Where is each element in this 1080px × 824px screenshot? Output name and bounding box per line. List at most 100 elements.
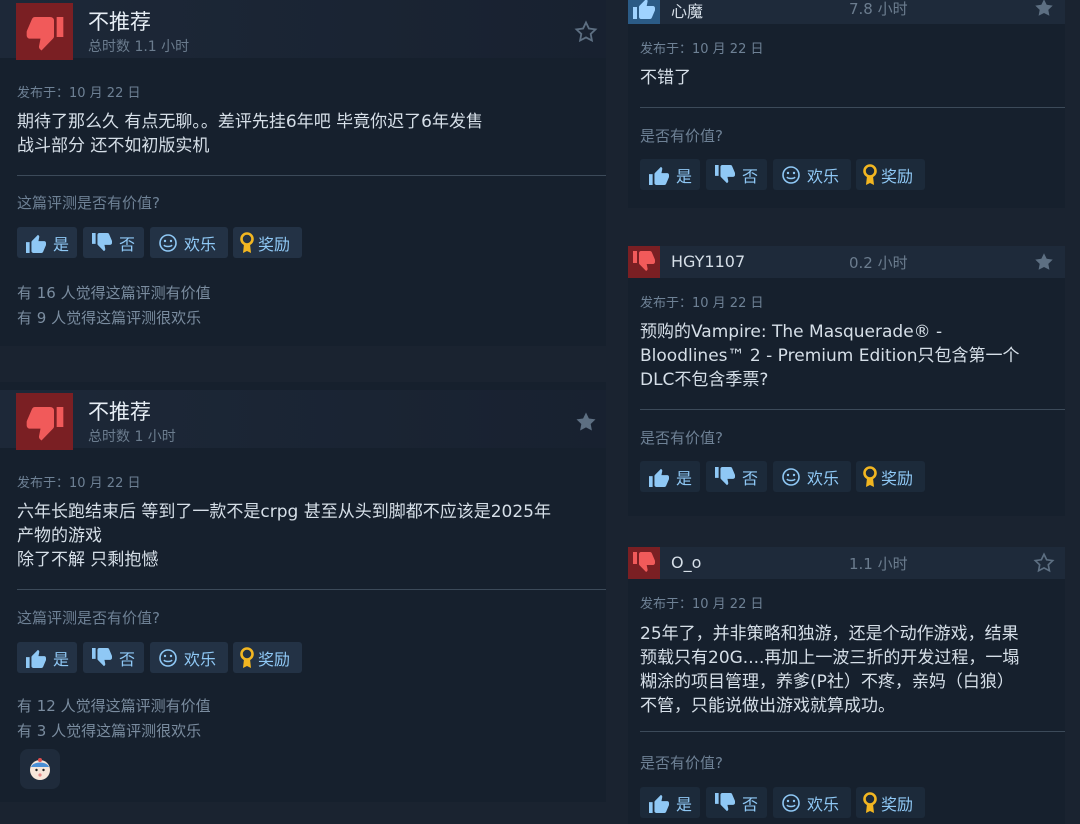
helpful-prompt: 这篇评测是否有价值? xyxy=(17,609,160,627)
thumbs-down-icon xyxy=(628,547,660,579)
review-line: 不错了 xyxy=(640,68,691,88)
vote-yes-button[interactable]: 是 xyxy=(17,642,77,673)
vote-yes-label: 是 xyxy=(676,166,693,186)
thumbs-down-icon xyxy=(16,393,73,450)
vote-no-label: 否 xyxy=(742,468,759,488)
review-card: 不推荐 总时数 1.1 小时 发布于：10 月 22 日 期待了那么久 有点无聊… xyxy=(0,0,606,346)
vote-funny-label: 欢乐 xyxy=(807,166,840,186)
thumbs-down-icon xyxy=(714,466,736,487)
vote-funny-label: 欢乐 xyxy=(807,468,840,488)
vote-no-label: 否 xyxy=(742,166,759,186)
review-header: O_o 1.1 小时 xyxy=(628,547,1065,579)
playtime: 7.8 小时 xyxy=(849,0,908,18)
reviewer-name[interactable]: HGY1107 xyxy=(671,252,745,271)
smiley-icon xyxy=(158,648,178,668)
vote-no-button[interactable]: 否 xyxy=(706,461,767,492)
vote-funny-button[interactable]: 欢乐 xyxy=(150,642,228,673)
vote-funny-button[interactable]: 欢乐 xyxy=(773,787,851,818)
vote-yes-label: 是 xyxy=(53,234,70,254)
award-button[interactable]: 奖励 xyxy=(233,642,302,673)
smiley-icon xyxy=(158,233,178,253)
thumbs-up-icon xyxy=(628,0,660,24)
thumbs-up-icon xyxy=(648,793,670,813)
review-header: 心魔 7.8 小时 xyxy=(628,0,1065,24)
award-medal-icon xyxy=(862,465,878,488)
award-button[interactable]: 奖励 xyxy=(233,227,302,258)
vote-no-label: 否 xyxy=(742,794,759,814)
vote-funny-button[interactable]: 欢乐 xyxy=(150,227,228,258)
thumbs-up-icon xyxy=(25,233,47,253)
smiley-icon xyxy=(781,467,801,487)
review-line: 战斗部分 还不如初版实机 xyxy=(17,136,210,156)
post-date: 发布于：10 月 22 日 xyxy=(640,296,764,311)
thumbs-down-icon xyxy=(628,246,660,278)
review-line: 不管，只能说做出游戏就算成功。 xyxy=(640,696,895,716)
award-medal-icon xyxy=(239,646,255,669)
award-button[interactable]: 奖励 xyxy=(856,787,925,818)
review-line: 除了不解 只剩抱憾 xyxy=(17,550,159,570)
playtime: 总时数 1.1 小时 xyxy=(88,39,190,55)
helpful-prompt: 是否有价值? xyxy=(640,754,723,772)
review-card: 不推荐 总时数 1 小时 发布于：10 月 22 日 六年长跑结束后 等到了一款… xyxy=(0,382,606,802)
vote-no-label: 否 xyxy=(119,649,136,669)
post-date: 发布于：10 月 22 日 xyxy=(17,476,141,491)
vote-yes-button[interactable]: 是 xyxy=(640,787,700,818)
divider xyxy=(640,731,1065,732)
award-label: 奖励 xyxy=(881,468,914,488)
vote-yes-button[interactable]: 是 xyxy=(640,159,700,190)
vote-no-button[interactable]: 否 xyxy=(83,227,144,258)
vote-yes-button[interactable]: 是 xyxy=(17,227,77,258)
award-button[interactable]: 奖励 xyxy=(856,159,925,190)
thumbs-up-icon xyxy=(648,165,670,185)
award-label: 奖励 xyxy=(258,649,291,669)
star-outline-icon[interactable] xyxy=(574,20,598,44)
vote-funny-button[interactable]: 欢乐 xyxy=(773,461,851,492)
award-medal-icon xyxy=(862,791,878,814)
review-header: HGY1107 0.2 小时 xyxy=(628,246,1065,278)
reviewer-name[interactable]: O_o xyxy=(671,553,701,572)
star-filled-icon[interactable] xyxy=(574,410,598,434)
divider xyxy=(640,107,1065,108)
thumbs-down-icon xyxy=(16,3,73,60)
vote-no-button[interactable]: 否 xyxy=(83,642,144,673)
review-body: 期待了那么久 有点无聊。。差评先挂6年吧 毕竟你迟了6年发售 战斗部分 还不如初… xyxy=(17,110,483,158)
baby-face-emoji-icon[interactable] xyxy=(20,749,60,789)
helpful-count: 有 16 人觉得这篇评测有价值 xyxy=(17,284,211,302)
award-label: 奖励 xyxy=(881,794,914,814)
vote-no-button[interactable]: 否 xyxy=(706,787,767,818)
review-card: O_o 1.1 小时 发布于：10 月 22 日 25年了，并非策略和独游，还是… xyxy=(628,547,1065,824)
review-line: 期待了那么久 有点无聊。。差评先挂6年吧 毕竟你迟了6年发售 xyxy=(17,112,483,132)
reviewer-name[interactable]: 心魔 xyxy=(671,0,703,22)
divider xyxy=(17,589,606,590)
thumbs-down-icon xyxy=(91,647,113,668)
review-line: Bloodlines™ 2 - Premium Edition只包含第一个 xyxy=(640,346,1020,366)
helpful-prompt: 是否有价值? xyxy=(640,429,723,447)
divider xyxy=(17,175,606,176)
review-card: 心魔 7.8 小时 发布于：10 月 22 日 不错了 是否有价值? 是 否 欢… xyxy=(628,0,1065,208)
review-line: 六年长跑结束后 等到了一款不是crpg 甚至从头到脚都不应该是2025年 xyxy=(17,502,551,522)
star-outline-icon[interactable] xyxy=(1033,552,1055,574)
vote-funny-label: 欢乐 xyxy=(184,234,217,254)
award-button[interactable]: 奖励 xyxy=(856,461,925,492)
vote-yes-label: 是 xyxy=(676,468,693,488)
review-body: 六年长跑结束后 等到了一款不是crpg 甚至从头到脚都不应该是2025年 产物的… xyxy=(17,500,551,572)
review-line: DLC不包含季票? xyxy=(640,370,769,390)
smiley-icon xyxy=(781,793,801,813)
helpful-count: 有 12 人觉得这篇评测有价值 xyxy=(17,697,211,715)
vote-funny-button[interactable]: 欢乐 xyxy=(773,159,851,190)
award-label: 奖励 xyxy=(258,234,291,254)
review-body: 预购的Vampire: The Masquerade® - Bloodlines… xyxy=(640,320,1020,392)
vote-no-button[interactable]: 否 xyxy=(706,159,767,190)
thumbs-up-icon xyxy=(25,648,47,668)
funny-count: 有 3 人觉得这篇评测很欢乐 xyxy=(17,722,202,740)
star-filled-icon[interactable] xyxy=(1033,251,1055,273)
post-date: 发布于：10 月 22 日 xyxy=(17,86,141,101)
review-header: 不推荐 总时数 1 小时 xyxy=(0,390,606,450)
star-filled-icon[interactable] xyxy=(1033,0,1055,19)
vote-yes-button[interactable]: 是 xyxy=(640,461,700,492)
helpful-prompt: 这篇评测是否有价值? xyxy=(17,194,160,212)
review-line: 25年了，并非策略和独游，还是个动作游戏，结果 xyxy=(640,624,1019,644)
vote-yes-label: 是 xyxy=(676,794,693,814)
vote-yes-label: 是 xyxy=(53,649,70,669)
award-label: 奖励 xyxy=(881,166,914,186)
